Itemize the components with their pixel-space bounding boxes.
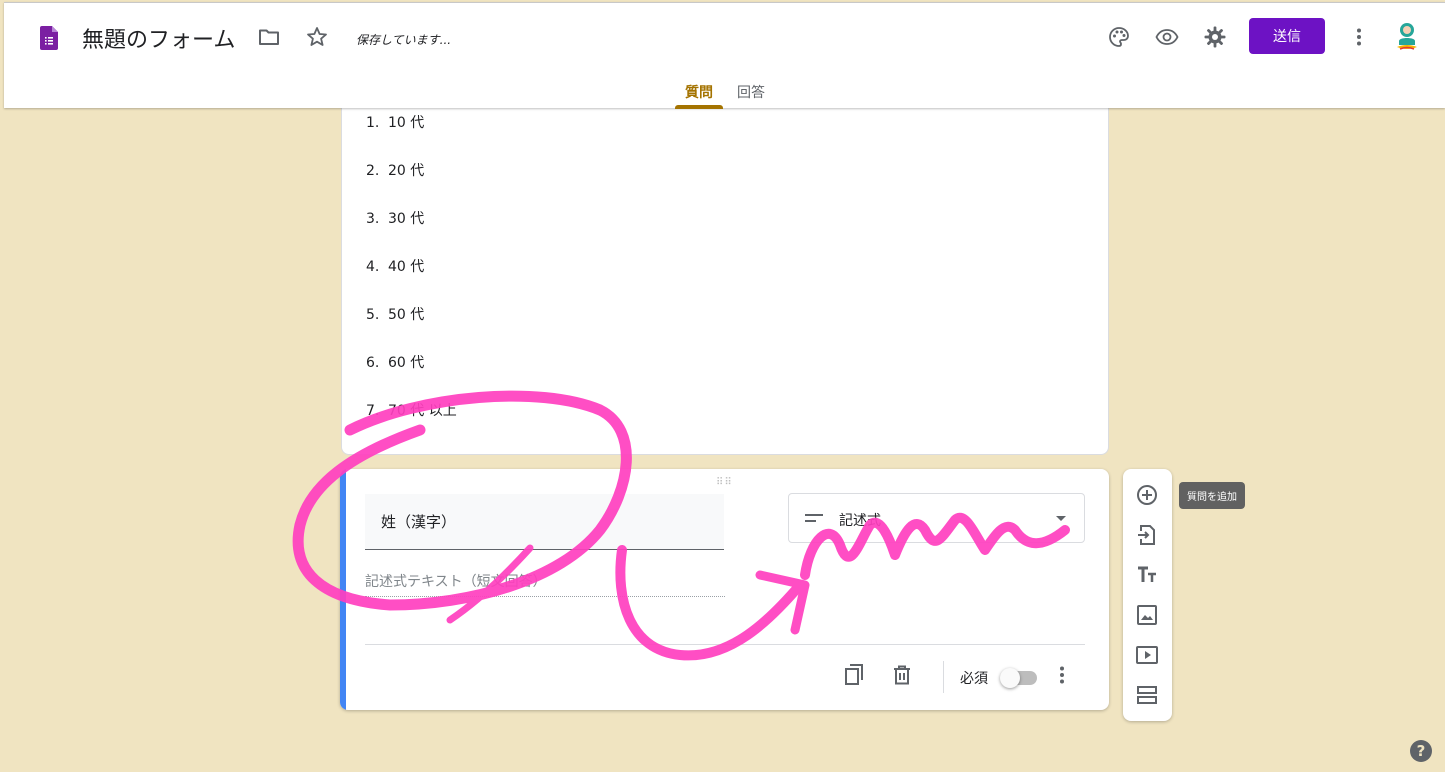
section-icon[interactable] <box>1135 683 1159 707</box>
footer-divider <box>365 644 1085 645</box>
list-item: 4. 40 代 <box>366 256 424 276</box>
video-icon[interactable] <box>1135 643 1159 667</box>
option-label: 60 代 <box>388 355 425 371</box>
help-icon[interactable]: ? <box>1410 740 1432 762</box>
star-icon[interactable] <box>305 25 329 49</box>
duplicate-icon[interactable] <box>842 663 866 687</box>
active-tab-indicator <box>675 105 723 109</box>
question-card-last-name[interactable]: ⠿⠿ 姓（漢字） 記述式 記述式テキスト（短文回答） 必須 <box>340 469 1109 710</box>
forms-logo-icon[interactable] <box>40 26 58 50</box>
option-number: 2. <box>366 163 380 179</box>
avatar[interactable] <box>1394 21 1420 53</box>
palette-icon[interactable] <box>1107 25 1131 49</box>
option-number: 6. <box>366 355 380 371</box>
tab-bar: 質問 回答 <box>4 69 1445 109</box>
saving-status: 保存しています... <box>356 33 452 47</box>
active-card-indicator <box>340 469 346 710</box>
form-title[interactable]: 無題のフォーム <box>82 22 235 54</box>
list-item: 3. 30 代 <box>366 208 424 228</box>
option-label: 30 代 <box>388 211 425 227</box>
question-type-label: 記述式 <box>839 513 881 529</box>
list-item: 6. 60 代 <box>366 352 424 372</box>
question-title-text: 姓（漢字） <box>381 513 457 531</box>
required-toggle[interactable] <box>1000 668 1038 688</box>
send-button[interactable]: 送信 <box>1249 18 1325 54</box>
list-item: 5. 50 代 <box>366 304 424 324</box>
drag-handle-icon[interactable]: ⠿⠿ <box>716 477 733 488</box>
import-icon[interactable] <box>1135 523 1159 547</box>
title-icon[interactable] <box>1135 563 1159 587</box>
chevron-down-icon <box>1056 516 1066 521</box>
option-number: 7. <box>366 403 380 419</box>
header-top-row: 無題のフォーム 保存しています... 送信 <box>4 3 1445 69</box>
image-icon[interactable] <box>1135 603 1159 627</box>
gear-icon[interactable] <box>1203 25 1227 49</box>
add-circle-icon[interactable] <box>1135 483 1159 507</box>
option-label: 20 代 <box>388 163 425 179</box>
list-item: 7. 70 代 以上 <box>366 400 457 420</box>
more-vert-icon[interactable] <box>1050 663 1074 687</box>
required-label: 必須 <box>960 671 988 687</box>
tab-questions[interactable]: 質問 <box>685 82 713 102</box>
question-title-input[interactable]: 姓（漢字） <box>365 494 724 550</box>
short-text-icon <box>805 514 823 522</box>
side-toolbar <box>1123 469 1172 721</box>
list-item: 2. 20 代 <box>366 160 424 180</box>
option-number: 3. <box>366 211 380 227</box>
option-number: 1. <box>366 115 380 131</box>
option-number: 4. <box>366 259 380 275</box>
question-type-dropdown[interactable]: 記述式 <box>788 493 1085 543</box>
more-vert-icon[interactable] <box>1347 25 1371 49</box>
toggle-knob <box>1000 668 1020 688</box>
option-number: 5. <box>366 307 380 323</box>
question-card-age[interactable]: 1. 10 代 2. 20 代 3. 30 代 4. 40 代 5. 50 代 6. 60 … <box>341 100 1109 455</box>
footer-separator <box>943 661 944 693</box>
tab-responses[interactable]: 回答 <box>737 82 765 102</box>
trash-icon[interactable] <box>890 663 914 687</box>
folder-icon[interactable] <box>257 25 281 49</box>
short-answer-placeholder: 記述式テキスト（短文回答） <box>365 571 725 597</box>
add-question-tooltip: 質問を追加 <box>1179 482 1245 509</box>
option-label: 40 代 <box>388 259 425 275</box>
eye-icon[interactable] <box>1155 25 1179 49</box>
app-header: 無題のフォーム 保存しています... 送信 質問 回答 <box>4 2 1445 109</box>
list-item: 1. 10 代 <box>366 112 424 132</box>
option-label: 70 代 以上 <box>388 403 457 419</box>
option-label: 50 代 <box>388 307 425 323</box>
option-label: 10 代 <box>388 115 425 131</box>
